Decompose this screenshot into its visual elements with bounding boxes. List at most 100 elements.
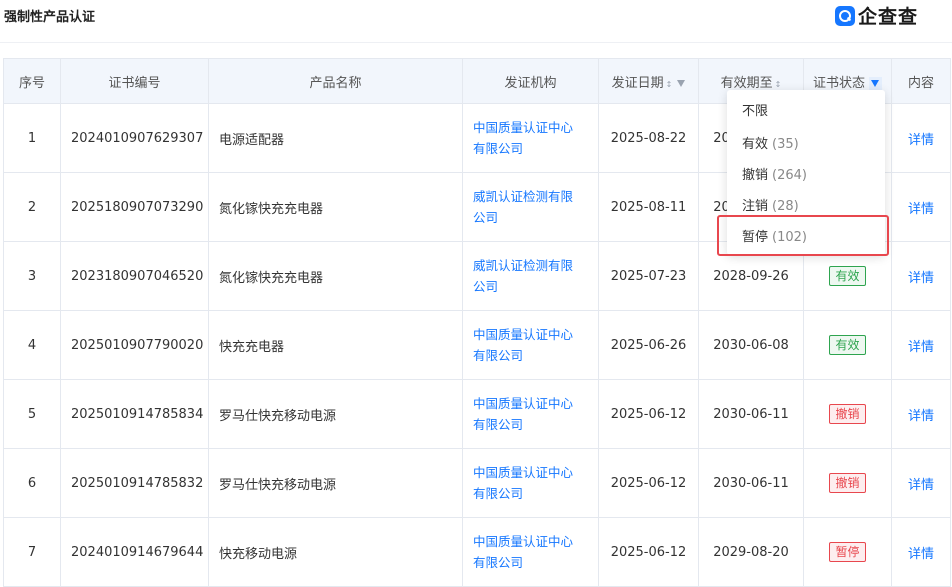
issuer-link[interactable]: 中国质量认证中心 有限公司 — [462, 517, 599, 587]
cert-number: 2023180907046520 — [60, 241, 209, 311]
issue-date: 2025-06-12 — [598, 379, 699, 449]
issuer-link[interactable]: 威凯认证检测有限 公司 — [462, 172, 599, 242]
issuer-line: 公司 — [473, 210, 499, 225]
filter-option-count: (264) — [772, 168, 807, 183]
detail-link[interactable]: 详情 — [891, 310, 951, 380]
issuer-link[interactable]: 中国质量认证中心 有限公司 — [462, 379, 599, 449]
brand-logo: 企查查 — [834, 2, 918, 29]
page-title: 强制性产品认证 — [4, 10, 96, 25]
filter-option[interactable]: 注销 (28) — [742, 195, 799, 214]
row-index: 3 — [3, 241, 61, 311]
issue-date-label: 发证日期 — [611, 75, 664, 91]
product-name: 电源适配器 — [208, 103, 463, 173]
issuer-link[interactable]: 威凯认证检测有限 公司 — [462, 241, 599, 311]
issuer-line: 中国质量认证中心 — [473, 465, 574, 480]
status-cell: 有效 — [803, 310, 892, 380]
table-row: 5 2025010914785834 罗马仕快充移动电源 中国质量认证中心 有限公司 20… — [3, 379, 951, 449]
issue-date: 2025-06-12 — [598, 517, 699, 587]
logo-icon — [834, 5, 855, 26]
issuer-line: 有限公司 — [473, 555, 524, 570]
issuer-line: 有限公司 — [473, 417, 524, 432]
column-header-cert-number: 证书编号 — [60, 58, 209, 104]
row-index: 6 — [3, 448, 61, 518]
status-filter-icon[interactable] — [869, 76, 882, 90]
status-badge: 撤销 — [829, 404, 866, 424]
cert-number: 2025010907790020 — [60, 310, 209, 380]
header-divider — [0, 42, 952, 43]
table-row: 6 2025010914785832 罗马仕快充移动电源 中国质量认证中心 有限公司 20… — [3, 448, 951, 518]
logo-text: 企查查 — [857, 6, 918, 28]
issuer-line: 中国质量认证中心 — [473, 534, 574, 549]
filter-option-count: (28) — [772, 199, 799, 214]
cert-number: 2025010914785832 — [60, 448, 209, 518]
issuer-line: 公司 — [473, 279, 499, 294]
issue-date: 2025-06-26 — [598, 310, 699, 380]
status-cell: 暂停 — [803, 517, 892, 587]
issue-date: 2025-08-22 — [598, 103, 699, 173]
filter-option[interactable]: 有效 (35) — [742, 133, 799, 152]
status-badge: 暂停 — [829, 542, 866, 562]
row-index: 1 — [3, 103, 61, 173]
status-cell: 撤销 — [803, 379, 892, 449]
issuer-line: 中国质量认证中心 — [473, 396, 574, 411]
expiry-date: 2030-06-11 — [698, 448, 804, 518]
filter-option-label: 注销 — [742, 199, 769, 214]
cert-number: 2025010914785834 — [60, 379, 209, 449]
filter-option-label: 撤销 — [742, 168, 769, 183]
product-name: 罗马仕快充移动电源 — [208, 448, 463, 518]
expiry-date: 2030-06-08 — [698, 310, 804, 380]
filter-option[interactable]: 不限 — [742, 100, 772, 119]
detail-link[interactable]: 详情 — [891, 172, 951, 242]
detail-link[interactable]: 详情 — [891, 379, 951, 449]
status-badge: 有效 — [829, 335, 866, 355]
column-header-index: 序号 — [3, 58, 61, 104]
column-header-content: 内容 — [891, 58, 951, 104]
detail-link[interactable]: 详情 — [891, 448, 951, 518]
issue-date: 2025-08-11 — [598, 172, 699, 242]
issuer-link[interactable]: 中国质量认证中心 有限公司 — [462, 310, 599, 380]
status-badge: 有效 — [829, 266, 866, 286]
funnel-icon — [871, 79, 879, 87]
issuer-line: 有限公司 — [473, 486, 524, 501]
filter-icon[interactable] — [677, 79, 686, 87]
product-name: 罗马仕快充移动电源 — [208, 379, 463, 449]
detail-link[interactable]: 详情 — [891, 241, 951, 311]
filter-option[interactable]: 撤销 (264) — [742, 164, 807, 183]
product-name: 快充充电器 — [208, 310, 463, 380]
table-row: 4 2025010907790020 快充充电器 中国质量认证中心 有限公司 2025-0… — [3, 310, 951, 380]
cert-number: 2024010907629307 — [60, 103, 209, 173]
filter-option-count: (35) — [772, 137, 799, 152]
detail-link[interactable]: 详情 — [891, 103, 951, 173]
column-header-issuer: 发证机构 — [462, 58, 599, 104]
column-header-issue-date[interactable]: 发证日期 ↕ — [598, 58, 699, 104]
product-name: 氮化镓快充充电器 — [208, 172, 463, 242]
issuer-link[interactable]: 中国质量认证中心 有限公司 — [462, 448, 599, 518]
issuer-line: 有限公司 — [473, 141, 524, 156]
status-label: 证书状态 — [812, 75, 865, 91]
sort-icon[interactable]: ↕ — [666, 80, 673, 89]
issue-date: 2025-07-23 — [598, 241, 699, 311]
product-name: 快充移动电源 — [208, 517, 463, 587]
expiry-label: 有效期至 — [720, 75, 773, 91]
table-row: 7 2024010914679644 快充移动电源 中国质量认证中心 有限公司 2025-… — [3, 517, 951, 587]
status-cell: 撤销 — [803, 448, 892, 518]
expiry-date: 2029-08-20 — [698, 517, 804, 587]
detail-link[interactable]: 详情 — [891, 517, 951, 587]
issue-date: 2025-06-12 — [598, 448, 699, 518]
product-name: 氮化镓快充充电器 — [208, 241, 463, 311]
expiry-date: 2030-06-11 — [698, 379, 804, 449]
cert-number: 2024010914679644 — [60, 517, 209, 587]
issuer-link[interactable]: 中国质量认证中心 有限公司 — [462, 103, 599, 173]
issuer-line: 中国质量认证中心 — [473, 327, 574, 342]
column-header-product: 产品名称 — [208, 58, 463, 104]
sort-icon[interactable]: ↕ — [775, 80, 782, 89]
row-index: 4 — [3, 310, 61, 380]
issuer-line: 威凯认证检测有限 — [473, 189, 574, 204]
row-index: 5 — [3, 379, 61, 449]
filter-option-label: 有效 — [742, 137, 769, 152]
issuer-line: 中国质量认证中心 — [473, 120, 574, 135]
issuer-line: 有限公司 — [473, 348, 524, 363]
issuer-line: 威凯认证检测有限 — [473, 258, 574, 273]
row-index: 2 — [3, 172, 61, 242]
highlight-box — [717, 215, 889, 256]
